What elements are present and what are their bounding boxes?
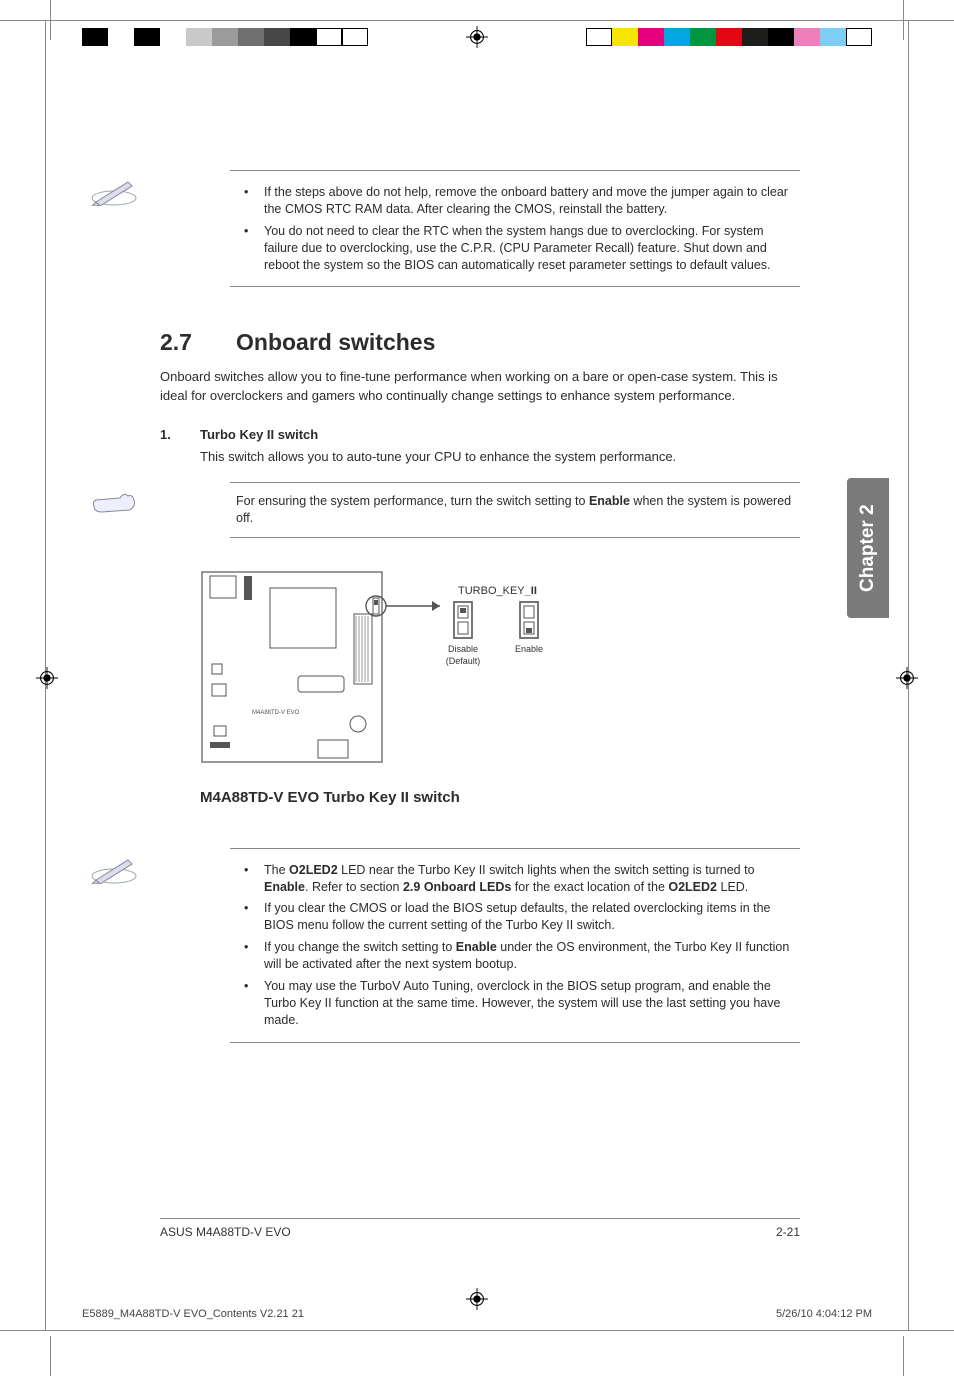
note-item: You may use the TurboV Auto Tuning, over…: [230, 978, 800, 1029]
default-label: (Default): [446, 656, 481, 666]
note-item: The O2LED2 LED near the Turbo Key II swi…: [230, 862, 800, 896]
color-swatch: [664, 28, 690, 46]
color-swatch: [638, 28, 664, 46]
tip-block: For ensuring the system performance, tur…: [160, 482, 800, 538]
color-swatch: [586, 28, 612, 46]
note-block-top: If the steps above do not help, remove t…: [160, 170, 800, 287]
crop-tick: [0, 1330, 60, 1331]
color-swatch: [690, 28, 716, 46]
crop-tick: [903, 1336, 904, 1376]
registration-mark-icon: [36, 667, 58, 689]
color-swatch: [108, 28, 134, 46]
registration-mark-icon: [466, 26, 488, 48]
slug-left: E5889_M4A88TD-V EVO_Contents V2.21 21: [82, 1308, 304, 1320]
registration-mark-icon: [896, 667, 918, 689]
note-block-bottom: The O2LED2 LED near the Turbo Key II swi…: [160, 848, 800, 1043]
note-item: If the steps above do not help, remove t…: [230, 184, 800, 218]
color-swatch: [342, 28, 368, 46]
note-item: You do not need to clear the RTC when th…: [230, 223, 800, 274]
slug-right: 5/26/10 4:04:12 PM: [776, 1308, 872, 1320]
footer-left: ASUS M4A88TD-V EVO: [160, 1225, 291, 1239]
color-bar-left: [82, 28, 368, 46]
color-swatch: [212, 28, 238, 46]
color-swatch: [742, 28, 768, 46]
enable-label: Enable: [515, 644, 543, 654]
color-swatch: [238, 28, 264, 46]
crop-tick: [894, 1330, 954, 1331]
page-content: If the steps above do not help, remove t…: [160, 170, 800, 1043]
color-swatch: [264, 28, 290, 46]
color-swatch: [316, 28, 342, 46]
color-swatch: [612, 28, 638, 46]
color-swatch: [820, 28, 846, 46]
section-title-text: Onboard switches: [236, 329, 435, 355]
item-description: This switch allows you to auto-tune your…: [200, 448, 800, 466]
board-label: M4A88TD-V EVO: [252, 710, 300, 716]
crop-tick: [894, 20, 954, 21]
color-swatch: [134, 28, 160, 46]
page-footer: ASUS M4A88TD-V EVO 2-21: [160, 1218, 800, 1239]
disable-label: Disable: [448, 644, 478, 654]
hand-point-icon: [90, 488, 138, 518]
tip-text: For ensuring the system performance, tur…: [230, 482, 800, 538]
color-swatch: [768, 28, 794, 46]
list-item-heading: 1. Turbo Key II switch: [160, 427, 800, 442]
pencil-note-icon: [90, 176, 138, 206]
crop-tick: [0, 20, 60, 21]
diagram-header: TURBO_KEY_II: [458, 585, 537, 597]
crop-tick: [50, 1336, 51, 1376]
note-item: If you change the switch setting to Enab…: [230, 939, 800, 973]
pencil-note-icon: [90, 854, 138, 884]
item-title: Turbo Key II switch: [200, 427, 318, 442]
section-heading: 2.7Onboard switches: [160, 329, 800, 356]
color-swatch: [82, 28, 108, 46]
motherboard-diagram: M4A88TD-V EVO TURBO_KEY_II Disable (Defa…: [200, 566, 800, 779]
registration-mark-icon: [466, 1288, 488, 1310]
color-bar-right: [586, 28, 872, 46]
footer-right: 2-21: [776, 1225, 800, 1239]
section-intro: Onboard switches allow you to fine-tune …: [160, 368, 800, 404]
color-swatch: [160, 28, 186, 46]
section-number: 2.7: [160, 329, 236, 356]
color-swatch: [846, 28, 872, 46]
color-swatch: [794, 28, 820, 46]
diagram-caption: M4A88TD-V EVO Turbo Key II switch: [200, 789, 800, 806]
color-swatch: [290, 28, 316, 46]
item-number: 1.: [160, 427, 200, 442]
note-item: If you clear the CMOS or load the BIOS s…: [230, 900, 800, 934]
chapter-tab: Chapter 2: [847, 478, 889, 618]
slug-line: E5889_M4A88TD-V EVO_Contents V2.21 21 5/…: [82, 1308, 872, 1320]
color-swatch: [186, 28, 212, 46]
color-swatch: [716, 28, 742, 46]
